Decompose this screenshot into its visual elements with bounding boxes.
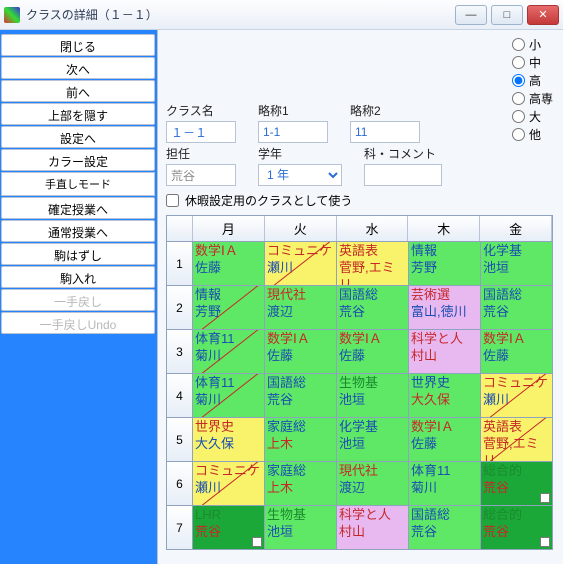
mode-button[interactable]: 駒はずし (1, 243, 155, 265)
close-button[interactable]: ✕ (527, 5, 559, 25)
period-header: 4 (167, 374, 193, 417)
period-header: 3 (167, 330, 193, 373)
title-bar: クラスの詳細（１－１） — □ ✕ (0, 0, 563, 30)
ka-label: 科・コメント (364, 145, 442, 162)
mode-button[interactable]: 駒入れ (1, 266, 155, 288)
abbr2-input[interactable] (350, 121, 420, 143)
window-buttons: — □ ✕ (455, 5, 559, 25)
table-row: 6コミュニケ瀬川家庭総上木現代社渡辺体育11菊川総合的荒谷 (167, 461, 552, 505)
timetable-cell[interactable]: 総合的荒谷 (481, 506, 552, 549)
period-header: 1 (167, 242, 193, 285)
period-header: 2 (167, 286, 193, 329)
timetable-cell[interactable]: コミュニケ瀬川 (265, 242, 337, 285)
abbr1-label: 略称1 (258, 102, 328, 119)
timetable-cell[interactable]: 国語総荒谷 (265, 374, 337, 417)
school-type-radios: 小中高高専大他 (512, 36, 553, 143)
timetable-cell[interactable]: 数学ⅠＡ佐藤 (337, 330, 409, 373)
table-row: 4体育11菊川国語総荒谷生物基池垣世界史大久保コミュニケ瀬川 (167, 373, 552, 417)
timetable-cell[interactable]: コミュニケ瀬川 (481, 374, 552, 417)
undo-button: 一手戻しUndo (1, 312, 155, 334)
day-header: 金 (480, 216, 552, 241)
timetable-cell[interactable]: 英語表菅野,エミリ (337, 242, 409, 285)
period-header: 6 (167, 462, 193, 505)
day-header: 月 (193, 216, 265, 241)
timetable-cell[interactable]: LHR荒谷 (193, 506, 265, 549)
timetable-cell[interactable]: 体育11菊川 (409, 462, 481, 505)
timetable-cell[interactable]: 世界史大久保 (193, 418, 265, 461)
timetable: 月火水木金 1数学ⅠＡ佐藤コミュニケ瀬川英語表菅野,エミリ情報芳野化学基池垣2情… (166, 215, 553, 550)
class-name-label: クラス名 (166, 102, 236, 119)
timetable-cell[interactable]: 総合的荒谷 (481, 462, 552, 505)
timetable-cell[interactable]: 体育11菊川 (193, 374, 265, 417)
timetable-cell[interactable]: 世界史大久保 (409, 374, 481, 417)
mode-button[interactable]: 確定授業へ (1, 197, 155, 219)
radio-option[interactable]: 大 (512, 108, 553, 125)
timetable-cell[interactable]: 家庭総上木 (265, 462, 337, 505)
period-header: 7 (167, 506, 193, 549)
table-row: 3体育11菊川数学ⅠＡ佐藤数学ⅠＡ佐藤科学と人村山数学ⅠＡ佐藤 (167, 329, 552, 373)
timetable-cell[interactable]: 英語表菅野,エミリ (481, 418, 552, 461)
table-row: 7LHR荒谷生物基池垣科学と人村山国語総荒谷総合的荒谷 (167, 505, 552, 549)
sidebar-button[interactable]: 前へ (1, 80, 155, 102)
timetable-cell[interactable]: 現代社渡辺 (265, 286, 337, 329)
table-row: 2情報芳野現代社渡辺国語総荒谷芸術選富山,徳川国語総荒谷 (167, 285, 552, 329)
timetable-cell[interactable]: 国語総荒谷 (409, 506, 481, 549)
table-row: 5世界史大久保家庭総上木化学基池垣数学ⅠＡ佐藤英語表菅野,エミリ (167, 417, 552, 461)
sidebar-button[interactable]: カラー設定 (1, 149, 155, 171)
gakunen-select[interactable]: 1 年 (258, 164, 342, 186)
ka-input[interactable] (364, 164, 442, 186)
sidebar-button[interactable]: 設定へ (1, 126, 155, 148)
timetable-cell[interactable]: コミュニケ瀬川 (193, 462, 265, 505)
abbr1-input[interactable] (258, 121, 328, 143)
timetable-cell[interactable]: 生物基池垣 (337, 374, 409, 417)
timetable-cell[interactable]: 生物基池垣 (265, 506, 337, 549)
timetable-cell[interactable]: 科学と人村山 (337, 506, 409, 549)
radio-option[interactable]: 高 (512, 72, 553, 89)
main-panel: クラス名 略称1 略称2 小中高高専大他 担任 学年 1 年 科・コメント 休暇設… (158, 30, 563, 564)
timetable-cell[interactable]: 体育11菊川 (193, 330, 265, 373)
timetable-cell[interactable]: 科学と人村山 (409, 330, 481, 373)
radio-option[interactable]: 他 (512, 126, 553, 143)
radio-option[interactable]: 中 (512, 54, 553, 71)
minimize-button[interactable]: — (455, 5, 487, 25)
timetable-cell[interactable]: 家庭総上木 (265, 418, 337, 461)
sidebar-button[interactable]: 閉じる (1, 34, 155, 56)
holiday-label: 休暇設定用のクラスとして使う (185, 192, 352, 209)
timetable-cell[interactable]: 国語総荒谷 (337, 286, 409, 329)
app-icon (4, 7, 20, 23)
timetable-cell[interactable]: 化学基池垣 (481, 242, 552, 285)
timetable-cell[interactable]: 数学ⅠＡ佐藤 (265, 330, 337, 373)
period-header: 5 (167, 418, 193, 461)
table-row: 1数学ⅠＡ佐藤コミュニケ瀬川英語表菅野,エミリ情報芳野化学基池垣 (167, 241, 552, 285)
radio-option[interactable]: 小 (512, 36, 553, 53)
day-header: 木 (408, 216, 480, 241)
sidebar: 閉じる次へ前へ上部を隠す設定へカラー設定手直しモード確定授業へ通常授業へ駒はずし… (0, 30, 158, 564)
timetable-cell[interactable]: 数学ⅠＡ佐藤 (409, 418, 481, 461)
day-header: 水 (337, 216, 409, 241)
window-title: クラスの詳細（１－１） (26, 6, 455, 23)
tannin-input[interactable] (166, 164, 236, 186)
sidebar-button[interactable]: 上部を隠す (1, 103, 155, 125)
radio-option[interactable]: 高専 (512, 90, 553, 107)
gakunen-label: 学年 (258, 145, 342, 162)
timetable-cell[interactable]: 数学ⅠＡ佐藤 (481, 330, 552, 373)
sidebar-button[interactable]: 次へ (1, 57, 155, 79)
mode-header: 手直しモード (1, 172, 155, 196)
holiday-checkbox[interactable] (166, 194, 179, 207)
maximize-button[interactable]: □ (491, 5, 523, 25)
timetable-cell[interactable]: 現代社渡辺 (337, 462, 409, 505)
class-name-input[interactable] (166, 121, 236, 143)
day-header: 火 (265, 216, 337, 241)
timetable-cell[interactable]: 国語総荒谷 (481, 286, 552, 329)
abbr2-label: 略称2 (350, 102, 420, 119)
timetable-cell[interactable]: 化学基池垣 (337, 418, 409, 461)
mode-button[interactable]: 通常授業へ (1, 220, 155, 242)
timetable-cell[interactable]: 芸術選富山,徳川 (409, 286, 481, 329)
timetable-cell[interactable]: 情報芳野 (409, 242, 481, 285)
timetable-cell[interactable]: 数学ⅠＡ佐藤 (193, 242, 265, 285)
tannin-label: 担任 (166, 145, 236, 162)
timetable-cell[interactable]: 情報芳野 (193, 286, 265, 329)
undo-button: 一手戻し (1, 289, 155, 311)
